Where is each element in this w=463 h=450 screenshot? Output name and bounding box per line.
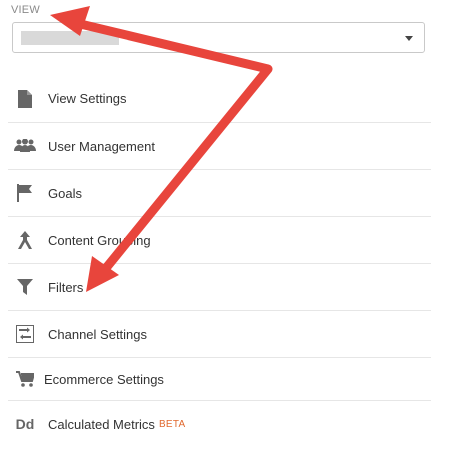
menu-item-label: Ecommerce Settings <box>44 371 164 387</box>
filter-icon <box>14 276 36 298</box>
menu-item-user-management[interactable]: User Management <box>8 123 431 170</box>
menu-item-filters[interactable]: Filters <box>8 264 431 311</box>
menu-item-goals[interactable]: Goals <box>8 170 431 217</box>
menu-item-label: View Settings <box>48 91 127 106</box>
menu-item-label: Goals <box>48 185 82 201</box>
document-icon <box>14 88 36 110</box>
view-label: VIEW <box>11 4 40 16</box>
menu-item-label: Filters <box>48 279 84 295</box>
menu-item-label: Channel Settings <box>48 326 148 342</box>
menu-item-view-settings[interactable]: View Settings <box>8 75 431 123</box>
menu-item-label: User Management <box>48 138 155 154</box>
view-admin-menu: View Settings User Management Goals Cont… <box>8 75 431 447</box>
menu-item-ecommerce-settings[interactable]: Ecommerce Settings <box>8 358 431 401</box>
view-select[interactable] <box>12 22 425 53</box>
dd-icon-text: Dd <box>15 416 35 432</box>
menu-item-label: Content Grouping <box>48 232 151 248</box>
view-select-value-redacted <box>21 31 119 45</box>
menu-item-channel-settings[interactable]: Channel Settings <box>8 311 431 358</box>
beta-badge: BETA <box>158 418 186 430</box>
chevron-down-icon <box>405 36 413 41</box>
cart-icon <box>14 368 36 390</box>
dd-icon: Dd <box>14 413 36 435</box>
menu-item-calculated-metrics[interactable]: Dd Calculated Metrics BETA <box>8 401 431 447</box>
channel-settings-icon <box>14 323 36 345</box>
menu-item-content-grouping[interactable]: Content Grouping <box>8 217 431 264</box>
flag-icon <box>14 182 36 204</box>
menu-item-label: Calculated Metrics <box>48 416 155 432</box>
users-icon <box>14 135 36 157</box>
content-grouping-icon <box>14 229 36 251</box>
